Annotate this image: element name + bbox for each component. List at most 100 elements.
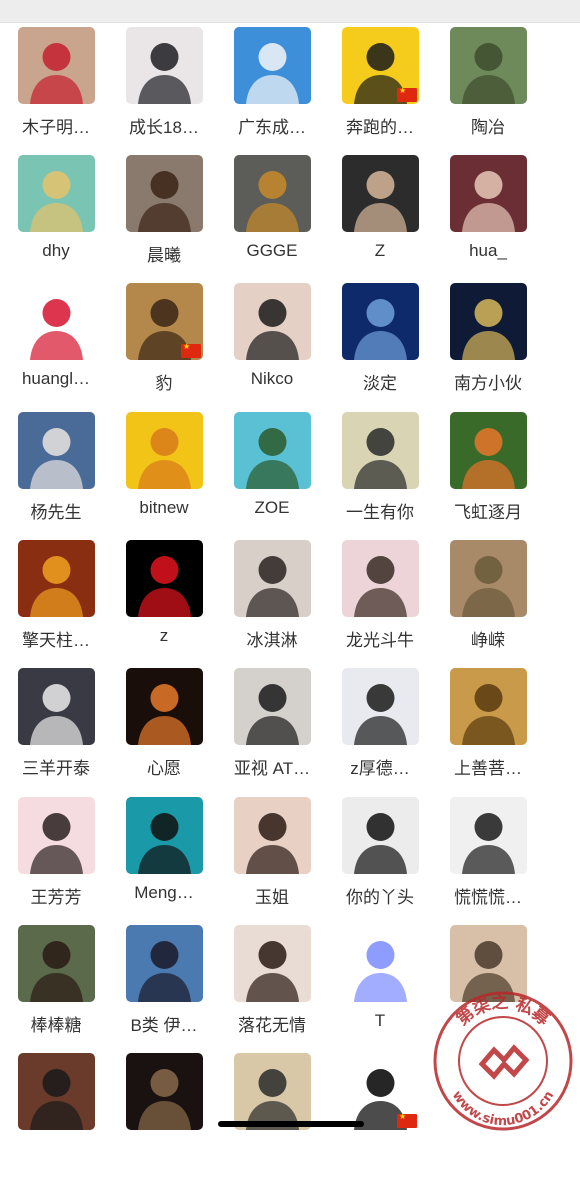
member-item[interactable]: 豹	[110, 283, 218, 407]
member-item[interactable]: T	[326, 925, 434, 1049]
robot-fire-avatar[interactable]	[18, 540, 95, 617]
woman-seaside-avatar[interactable]	[126, 925, 203, 1002]
member-item[interactable]: 一生有你	[326, 412, 434, 536]
member-item[interactable]: 慌慌慌…	[434, 797, 542, 921]
member-item[interactable]: dhy	[2, 155, 110, 279]
sunset-sky-avatar[interactable]	[18, 412, 95, 489]
member-item[interactable]: 玉姐	[218, 797, 326, 921]
member-name: Z	[374, 241, 386, 260]
member-item[interactable]: 心愿	[110, 668, 218, 792]
member-item[interactable]: 杨先生	[2, 412, 110, 536]
member-item[interactable]: 擎天柱…	[2, 540, 110, 664]
tree-forest-avatar[interactable]	[450, 27, 527, 104]
member-item[interactable]: 三羊开泰	[2, 668, 110, 792]
member-item[interactable]: 落花无情	[218, 925, 326, 1049]
member-name: 峥嵘	[471, 631, 505, 650]
member-name: T	[374, 1011, 386, 1030]
child-photo-avatar[interactable]	[342, 412, 419, 489]
member-item[interactable]: 陶冶	[434, 27, 542, 151]
member-name: ZOE	[254, 498, 290, 517]
china-flag-icon	[397, 86, 417, 102]
member-item[interactable]: 晨曦	[110, 155, 218, 279]
red-h-logo-avatar[interactable]	[18, 283, 95, 360]
member-item[interactable]: 南方小伙	[434, 283, 542, 407]
member-item[interactable]	[110, 1053, 218, 1177]
member-item[interactable]: 你的丫头	[326, 797, 434, 921]
woman-long-hair-avatar[interactable]	[234, 540, 311, 617]
member-item[interactable]: hua_	[434, 155, 542, 279]
leopard-avatar[interactable]	[126, 283, 203, 360]
member-item[interactable]: bitnew	[110, 412, 218, 536]
man-portrait-avatar[interactable]	[342, 155, 419, 232]
member-item[interactable]: z厚德…	[326, 668, 434, 792]
member-item[interactable]	[2, 1053, 110, 1177]
man-portrait-avatar[interactable]	[18, 1053, 95, 1130]
member-item[interactable]: Meng…	[110, 797, 218, 921]
city-night-avatar[interactable]	[450, 283, 527, 360]
gummy-bear-avatar[interactable]	[342, 925, 419, 1002]
member-item[interactable]: 成长18…	[110, 27, 218, 151]
member-item[interactable]: GGGE	[218, 155, 326, 279]
buddha-calligraphy-avatar[interactable]	[450, 668, 527, 745]
woman-outdoor-avatar[interactable]	[18, 925, 95, 1002]
member-item[interactable]: ZOE	[218, 412, 326, 536]
member-item[interactable]: 奔跑的…	[326, 27, 434, 151]
member-name: 你的丫头	[346, 888, 414, 907]
muscle-man-avatar[interactable]	[126, 155, 203, 232]
member-name: 南方小伙	[454, 374, 522, 393]
member-item[interactable]: 亚视 AT…	[218, 668, 326, 792]
member-item[interactable]: 峥嵘	[434, 540, 542, 664]
member-item[interactable]: 木子明…	[2, 27, 110, 151]
member-name: 一生有你	[346, 503, 414, 522]
palm-beach-avatar[interactable]	[234, 412, 311, 489]
woman-black-lace-avatar[interactable]	[342, 797, 419, 874]
astronaut-avatar[interactable]	[18, 668, 95, 745]
member-name: 落花无情	[238, 1016, 306, 1035]
woman-face-avatar[interactable]	[234, 797, 311, 874]
member-item[interactable]: B类 伊…	[110, 925, 218, 1049]
motorcycle-rider-avatar[interactable]	[234, 155, 311, 232]
tea-drinks-avatar[interactable]	[18, 155, 95, 232]
baby-sunglasses-avatar[interactable]	[234, 283, 311, 360]
young-man-avatar[interactable]	[450, 797, 527, 874]
man-calligraphy-avatar[interactable]	[234, 1053, 311, 1130]
member-item[interactable]: Nikco	[218, 283, 326, 407]
member-item[interactable]: 冰淇淋	[218, 540, 326, 664]
woman-pink-frame-avatar[interactable]	[18, 797, 95, 874]
cartoon-boy-avatar[interactable]	[126, 797, 203, 874]
member-name: 亚视 AT…	[233, 759, 311, 778]
member-item[interactable]: 淡定	[326, 283, 434, 407]
woman-red-top-avatar[interactable]	[18, 27, 95, 104]
sunrise-road-avatar[interactable]	[126, 412, 203, 489]
member-item[interactable]: 龙光斗牛	[326, 540, 434, 664]
member-name: z厚德…	[350, 759, 410, 778]
blue-sky-cloud-avatar[interactable]	[234, 27, 311, 104]
woman-dancing-avatar[interactable]	[450, 155, 527, 232]
member-item[interactable]: z	[110, 540, 218, 664]
great-wall-avatar[interactable]	[450, 540, 527, 617]
dark-room-avatar[interactable]	[126, 1053, 203, 1130]
svg-text:第柒之 私募: 第柒之 私募	[452, 992, 555, 1031]
night-moon-avatar[interactable]	[342, 283, 419, 360]
member-item[interactable]: 飞虹逐月	[434, 412, 542, 536]
member-name: 心愿	[147, 759, 181, 778]
member-item[interactable]: huangl…	[2, 283, 110, 407]
member-item[interactable]: 王芳芳	[2, 797, 110, 921]
member-item[interactable]: 棒棒糖	[2, 925, 110, 1049]
member-item[interactable]: Z	[326, 155, 434, 279]
cartoon-bear-avatar[interactable]	[342, 27, 419, 104]
yin-yang-avatar[interactable]	[126, 540, 203, 617]
member-item[interactable]	[326, 1053, 434, 1177]
goldfish-avatar[interactable]	[450, 412, 527, 489]
woman-selfie-avatar[interactable]	[234, 925, 311, 1002]
woman-sitting-avatar[interactable]	[234, 668, 311, 745]
buddha-character-avatar[interactable]	[342, 1053, 419, 1130]
man-suit-avatar[interactable]	[342, 668, 419, 745]
member-item[interactable]	[218, 1053, 326, 1177]
woman-white-dress-avatar[interactable]	[342, 540, 419, 617]
member-item[interactable]: 上善菩…	[434, 668, 542, 792]
member-name: 淡定	[363, 374, 397, 393]
woman-black-dress-avatar[interactable]	[126, 27, 203, 104]
member-item[interactable]: 广东成…	[218, 27, 326, 151]
birthday-cake-avatar[interactable]	[126, 668, 203, 745]
